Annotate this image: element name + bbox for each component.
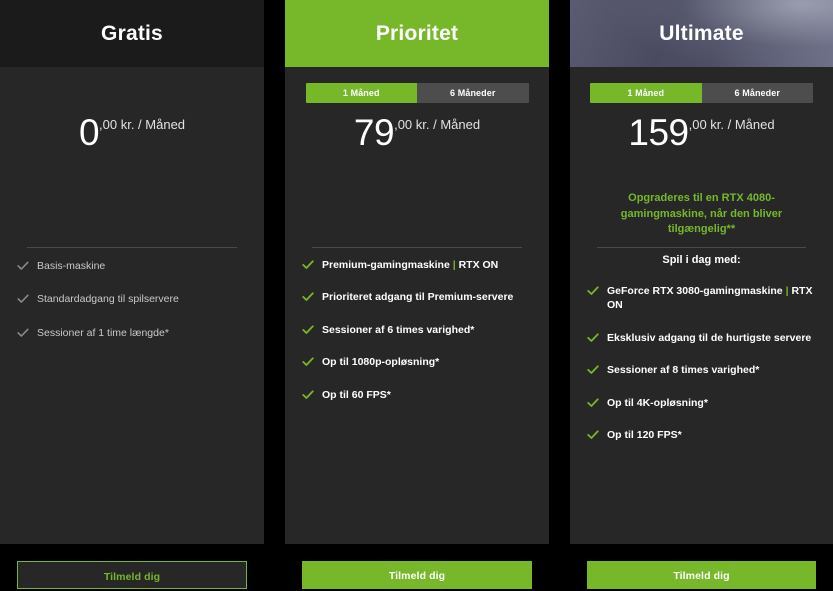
feature-text: Op til 120 FPS* [607,429,682,442]
check-icon [17,327,29,339]
cta-wrap-prioritet: Tilmeld dig [302,561,532,589]
signup-button-gratis[interactable]: Tilmeld dig [17,561,247,589]
plan-body-ultimate: 1 Måned 6 Måneder 159 ,00 kr. / Måned Op… [570,67,833,589]
divider-ultimate [597,247,806,248]
billing-option-1-month-ultimate[interactable]: 1 Måned [590,83,702,103]
list-item: Sessioner af 6 times varighed* [302,323,532,337]
price-amount-prioritet: 79 [353,112,395,153]
feature-list-gratis: Basis-maskine Standardadgang til spilser… [17,259,247,359]
feature-text: Basis-maskine [37,260,106,272]
billing-toggle-prioritet[interactable]: 1 Måned 6 Måneder [305,83,529,103]
price-gratis: 0 ,00 kr. / Måned [17,112,247,155]
check-icon [302,259,314,271]
plan-header-ultimate: Ultimate [570,0,833,67]
list-item: Prioriteret adgang til Premium-servere [302,290,532,304]
feature-text-part: GeForce RTX 3080-gamingmaskine [607,284,786,297]
check-icon [17,260,29,272]
price-prioritet: 79 ,00 kr. / Måned [302,112,532,155]
feature-text: Op til 60 FPS* [322,388,391,401]
divider-gratis [27,247,237,248]
plan-title-ultimate: Ultimate [659,21,744,45]
list-item: Sessioner af 8 times varighed* [587,363,816,377]
plan-header-gratis: Gratis [0,0,264,67]
plan-card-ultimate: Ultimate 1 Måned 6 Måneder 159 ,00 kr. /… [570,0,833,589]
check-icon [587,332,599,344]
billing-toggle-ultimate[interactable]: 1 Måned 6 Måneder [590,83,813,103]
feature-list-ultimate: GeForce RTX 3080-gamingmaskine | RTX ON … [587,284,816,461]
promo-headline: Opgraderes til en RTX 4080-gamingmaskine… [620,192,783,236]
list-item: Op til 4K-opløsning* [587,396,816,410]
billing-option-1-month-prioritet[interactable]: 1 Måned [305,83,417,103]
list-item: Op til 1080p-opløsning* [302,355,532,369]
list-item: Op til 120 FPS* [587,428,816,442]
feature-text: Sessioner af 6 times varighed* [322,323,475,336]
feature-text: GeForce RTX 3080-gamingmaskine | RTX ON [607,284,816,313]
price-suffix-ultimate: ,00 kr. / Måned [688,117,775,132]
check-icon [587,364,599,376]
list-item: Basis-maskine [17,259,247,273]
plan-title-prioritet: Prioritet [375,21,459,45]
feature-text: Standardadgang til spilservere [37,293,179,306]
price-ultimate: 159 ,00 kr. / Måned [587,112,816,155]
cta-wrap-ultimate: Tilmeld dig [587,561,816,589]
list-item: Premium-gamingmaskine | RTX ON [302,258,532,272]
check-icon [587,429,599,441]
billing-option-6-months-prioritet[interactable]: 6 Måneder [417,83,529,103]
divider-prioritet [312,247,522,248]
feature-text: Op til 1080p-opløsning* [322,356,440,369]
feature-text: Premium-gamingmaskine | RTX ON [322,258,498,272]
check-icon [302,389,314,401]
price-suffix-prioritet: ,00 kr. / Måned [394,117,481,132]
price-suffix-gratis: ,00 kr. / Måned [99,117,186,132]
promo-block-ultimate: Opgraderes til en RTX 4080-gamingmaskine… [587,191,816,266]
signup-button-prioritet[interactable]: Tilmeld dig [302,561,532,589]
feature-text: Eksklusiv adgang til de hurtigste server… [607,331,812,344]
check-icon [17,293,29,305]
billing-option-6-months-ultimate[interactable]: 6 Måneder [701,83,813,103]
price-amount-ultimate: 159 [628,112,689,153]
list-item: Eksklusiv adgang til de hurtigste server… [587,331,816,345]
list-item: Op til 60 FPS* [302,388,532,402]
feature-list-prioritet: Premium-gamingmaskine | RTX ON Prioriter… [302,258,532,420]
feature-text-part: RTX ON [455,259,499,271]
plan-card-gratis: Gratis 0 ,00 kr. / Måned Basis-maskine S… [0,0,264,589]
plan-title-gratis: Gratis [101,21,163,45]
feature-text: Sessioner af 1 time længde* [37,326,169,339]
pricing-grid: Gratis 0 ,00 kr. / Måned Basis-maskine S… [0,0,833,589]
check-icon [302,356,314,368]
list-item: Standardadgang til spilservere [17,292,247,306]
cta-wrap-gratis: Tilmeld dig [17,561,247,589]
list-item: Sessioner af 1 time længde* [17,326,247,340]
check-icon [587,285,599,297]
feature-text: Sessioner af 8 times varighed* [607,364,760,377]
check-icon [302,291,314,303]
feature-text-part: Premium-gamingmaskine [322,259,453,271]
plan-header-prioritet: Prioritet [285,0,549,67]
signup-button-ultimate[interactable]: Tilmeld dig [587,561,816,589]
price-amount-gratis: 0 [78,112,100,153]
check-icon [587,397,599,409]
plan-card-prioritet: Prioritet 1 Måned 6 Måneder 79 ,00 kr. /… [285,0,549,589]
list-item: GeForce RTX 3080-gamingmaskine | RTX ON [587,284,816,313]
feature-text: Op til 4K-opløsning* [607,396,708,409]
plan-body-prioritet: 1 Måned 6 Måneder 79 ,00 kr. / Måned Pre… [285,67,549,589]
promo-subhead: Spil i dag med: [662,253,741,266]
check-icon [302,324,314,336]
plan-body-gratis: 0 ,00 kr. / Måned Basis-maskine Standard… [0,67,264,589]
feature-text: Prioriteret adgang til Premium-servere [322,291,514,304]
